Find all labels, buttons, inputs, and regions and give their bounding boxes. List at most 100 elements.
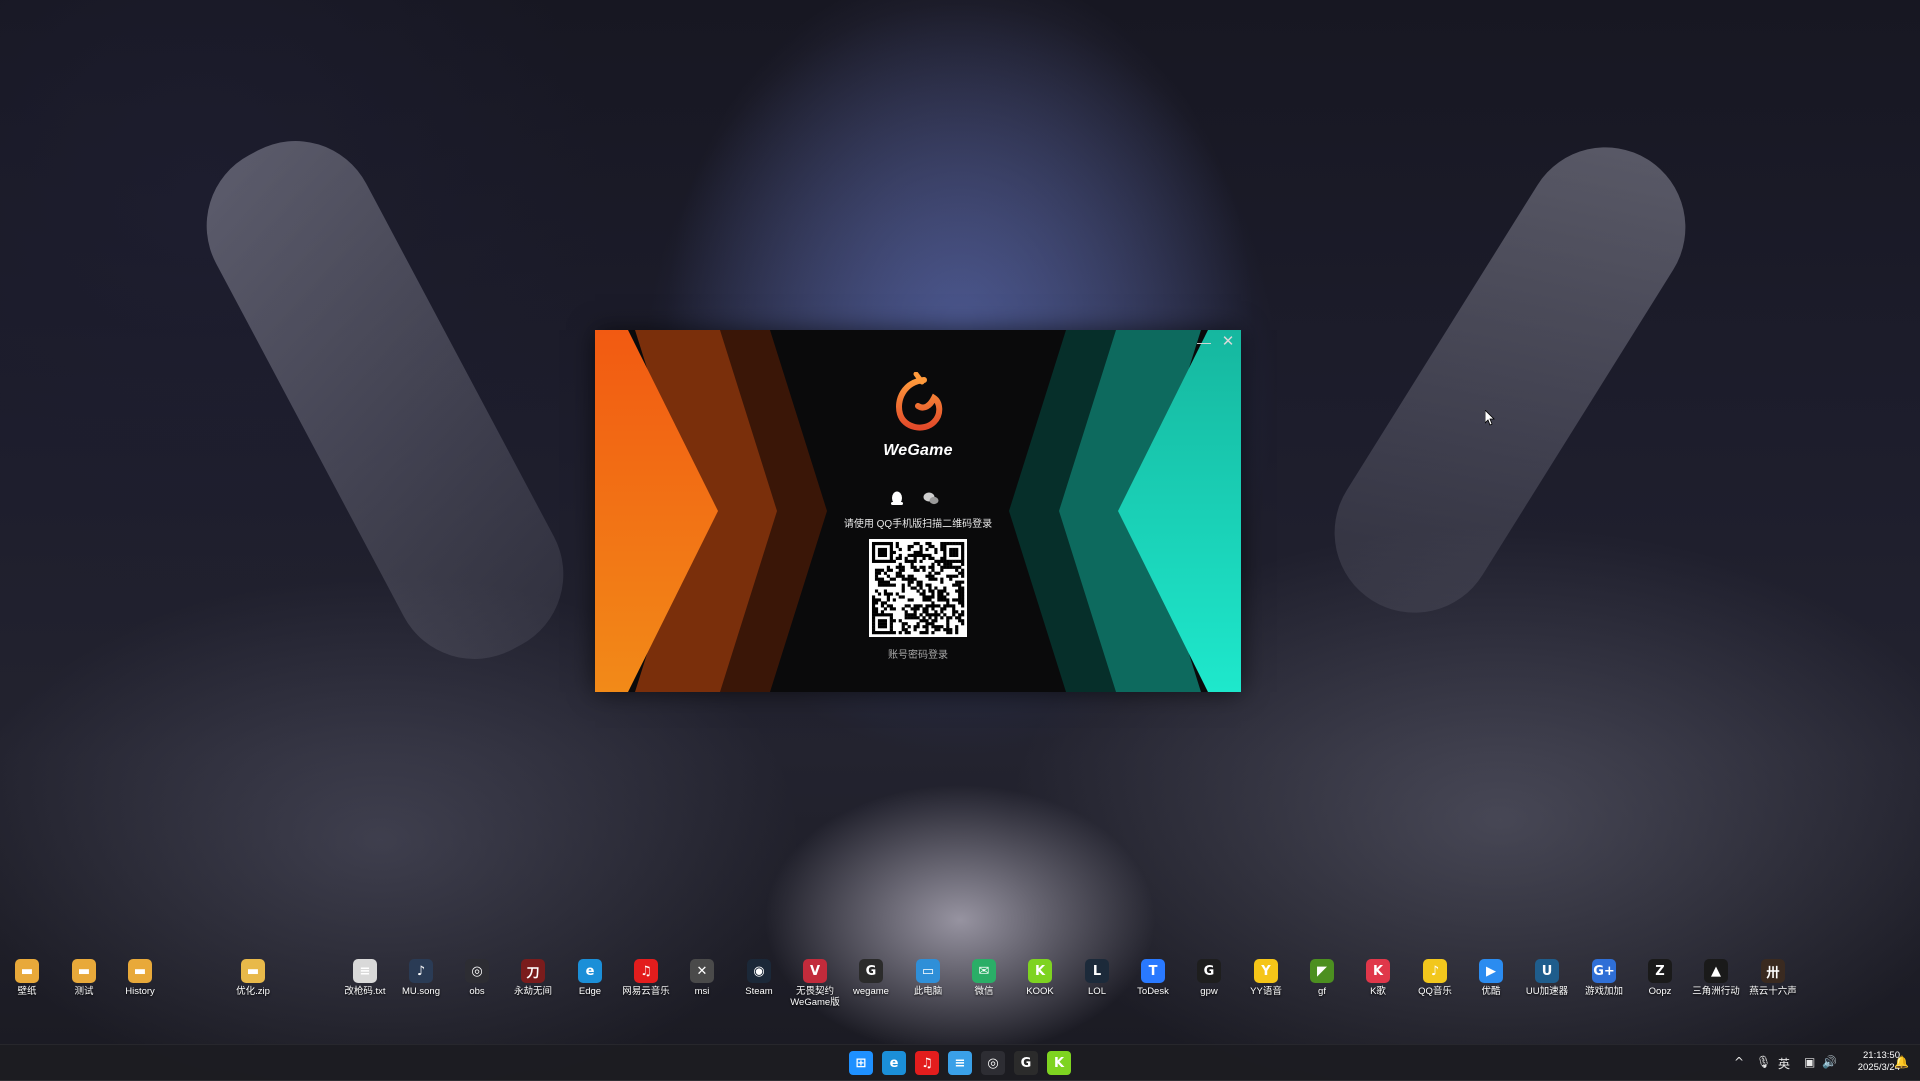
desktop-icon-folder[interactable]: ▬ 测试 [56, 959, 112, 997]
minimize-button[interactable]: — [1193, 332, 1215, 352]
desktop-icon-label: obs [469, 986, 485, 997]
desktop-icon-folder[interactable]: ▬ History [112, 959, 168, 997]
lol-icon: L [1085, 959, 1109, 983]
desktop-icon-label: QQ音乐 [1418, 986, 1452, 997]
taskbar-edge-icon[interactable]: e [882, 1051, 906, 1075]
desktop-icon-kook[interactable]: K KOOK [1012, 959, 1068, 997]
taskbar: ⊞ e ♫ ≡ ◎ G K ^ 🎙 英 ▣ 🔊 21:13:50 2025/3/24 🔔 [0, 1044, 1920, 1081]
account-password-login-link[interactable]: 账号密码登录 [595, 646, 1241, 661]
network-icon[interactable]: ▣ [1804, 1055, 1815, 1069]
desktop-icon-oopz[interactable]: Z Oopz [1632, 959, 1688, 997]
desktop-icon-steam[interactable]: ◉ Steam [731, 959, 787, 997]
desktop-icon-zip-folder[interactable]: ▬ 优化.zip [225, 959, 281, 997]
desktop-icon-music-file[interactable]: ♪ MU.song [393, 959, 449, 997]
desktop-icon-label: MU.song [401, 986, 440, 997]
notification-bell-icon[interactable]: 🔔 [1894, 1055, 1909, 1069]
taskbar-windows-start-icon[interactable]: ⊞ [849, 1051, 873, 1075]
music-file-icon: ♪ [409, 959, 433, 983]
desktop-icon-wegame[interactable]: Gwegame [843, 959, 899, 997]
desktop-icon-label: 壁纸 [17, 986, 37, 997]
karaoke-icon: K [1366, 959, 1390, 983]
desktop-icon-game-plus[interactable]: G+ 游戏加加 [1576, 959, 1632, 997]
taskbar-notepad-icon[interactable]: ≡ [948, 1051, 972, 1075]
game-plus-icon: G+ [1592, 959, 1616, 983]
desktop-icon-label: 改枪码.txt [344, 986, 386, 997]
desktop-icon-label: 优化.zip [236, 986, 270, 997]
folder-icon: ▬ [128, 959, 152, 983]
youku-icon: ▶ [1479, 959, 1503, 983]
desktop-icon-label: Edge [578, 986, 602, 997]
taskbar-wegame-icon[interactable]: G [1014, 1051, 1038, 1075]
desktop-icon-label: 网易云音乐 [622, 986, 670, 997]
desktop-icon-label: 无畏契约 WeGame版 [790, 986, 840, 1008]
qq-login-tab[interactable] [891, 491, 903, 506]
microphone-icon[interactable]: 🎙 [1756, 1055, 1771, 1069]
desktop-icon-label: 永劫无间 [513, 986, 552, 997]
qr-instruction-text: 请使用 QQ手机版扫描二维码登录 [843, 519, 993, 530]
desktop-icon-this-pc[interactable]: ▭ 此电脑 [900, 959, 956, 997]
volume-icon[interactable]: 🔊 [1822, 1055, 1837, 1069]
desktop-icon-label: 测试 [74, 986, 94, 997]
desktop-icon-nvidia[interactable]: ◤ gf [1294, 959, 1350, 997]
wegame-wordmark: WeGame [883, 442, 953, 459]
desktop-icon-xbox[interactable]: ✕ msi [674, 959, 730, 997]
nvidia-icon: ◤ [1310, 959, 1334, 983]
kook-icon: K [1028, 959, 1052, 983]
desktop-icon-edge[interactable]: e Edge [562, 959, 618, 997]
wallpaper-horn-left [178, 112, 592, 688]
netease-music-icon: ♫ [634, 959, 658, 983]
wechat-icon: ✉ [972, 959, 996, 983]
xbox-icon: ✕ [690, 959, 714, 983]
desktop-icon-folder[interactable]: ▬ 壁纸 [0, 959, 55, 997]
desktop-icon-todesk[interactable]: T ToDesk [1125, 959, 1181, 997]
desktop-icon-logitech-g[interactable]: Ggpw [1181, 959, 1237, 997]
desktop-icon-qq-music[interactable]: ♪ QQ音乐 [1407, 959, 1463, 997]
taskbar-netease-music-icon[interactable]: ♫ [915, 1051, 939, 1075]
wegame-logo [595, 371, 1241, 441]
desktop-icon-wechat[interactable]: ✉ 微信 [956, 959, 1012, 997]
desktop-icon-valorant[interactable]: V 无畏契约 WeGame版 [787, 959, 843, 1008]
desktop-icon-label: History [125, 986, 155, 997]
wechat-login-tab[interactable] [923, 492, 939, 505]
zip-folder-icon: ▬ [241, 959, 265, 983]
folder-icon: ▬ [15, 959, 39, 983]
oopz-icon: Z [1648, 959, 1672, 983]
desktop-icon-label: gf [1318, 986, 1326, 997]
login-method-tabs [888, 488, 948, 510]
this-pc-icon: ▭ [916, 959, 940, 983]
wegame-icon: G [859, 959, 883, 983]
desktop-icon-yy[interactable]: Y YY语音 [1238, 959, 1294, 997]
close-button[interactable]: ✕ [1217, 332, 1239, 352]
desktop-icon-uu-booster[interactable]: U UU加速器 [1519, 959, 1575, 997]
desktop-icon-naraka[interactable]: 刀永劫无间 [505, 959, 561, 997]
desktop-icon-label: 燕云十六声 [1749, 986, 1797, 997]
edge-icon: e [578, 959, 602, 983]
obs-icon: ◎ [465, 959, 489, 983]
desktop-icon-yanyun[interactable]: 卅燕云十六声 [1745, 959, 1801, 997]
desktop-icon-obs[interactable]: ◎ obs [449, 959, 505, 997]
logitech-g-icon: G [1197, 959, 1221, 983]
desktop-icon-label: msi [694, 986, 710, 997]
desktop-icon-delta-force[interactable]: ▲ 三角洲行动 [1688, 959, 1744, 997]
delta-force-icon: ▲ [1704, 959, 1728, 983]
desktop-icon-label: 微信 [974, 986, 994, 997]
tray-overflow-chevron-icon[interactable]: ^ [1734, 1055, 1744, 1069]
desktop-icon-netease-music[interactable]: ♫ 网易云音乐 [618, 959, 674, 997]
desktop-icon-label: Steam [745, 986, 773, 997]
taskbar-obs-icon[interactable]: ◎ [981, 1051, 1005, 1075]
taskbar-kook-icon[interactable]: K [1047, 1051, 1071, 1075]
wallpaper-horn-right [1304, 117, 1716, 643]
desktop-icon-karaoke[interactable]: K K歌 [1350, 959, 1406, 997]
desktop-icon-label: YY语音 [1250, 986, 1282, 997]
desktop-icon-youku[interactable]: ▶ 优酷 [1463, 959, 1519, 997]
desktop-icon-text-file[interactable]: ≡ 改枪码.txt [337, 959, 393, 997]
qr-code-pattern [871, 541, 965, 635]
desktop-icon-lol[interactable]: L LOL [1069, 959, 1125, 997]
desktop-icon-label: KOOK [1026, 986, 1054, 997]
qq-music-icon: ♪ [1423, 959, 1447, 983]
wegame-login-window[interactable]: — ✕ WeGame 请使用 QQ手机版扫描二维码登录 账号密码登录 [595, 330, 1241, 692]
ime-indicator[interactable]: 英 [1778, 1055, 1790, 1072]
clock-date: 2025/3/24 [1857, 1062, 1900, 1073]
system-clock[interactable]: 21:13:50 2025/3/24 [1840, 1050, 1900, 1074]
desktop-icon-label: 此电脑 [913, 986, 943, 997]
